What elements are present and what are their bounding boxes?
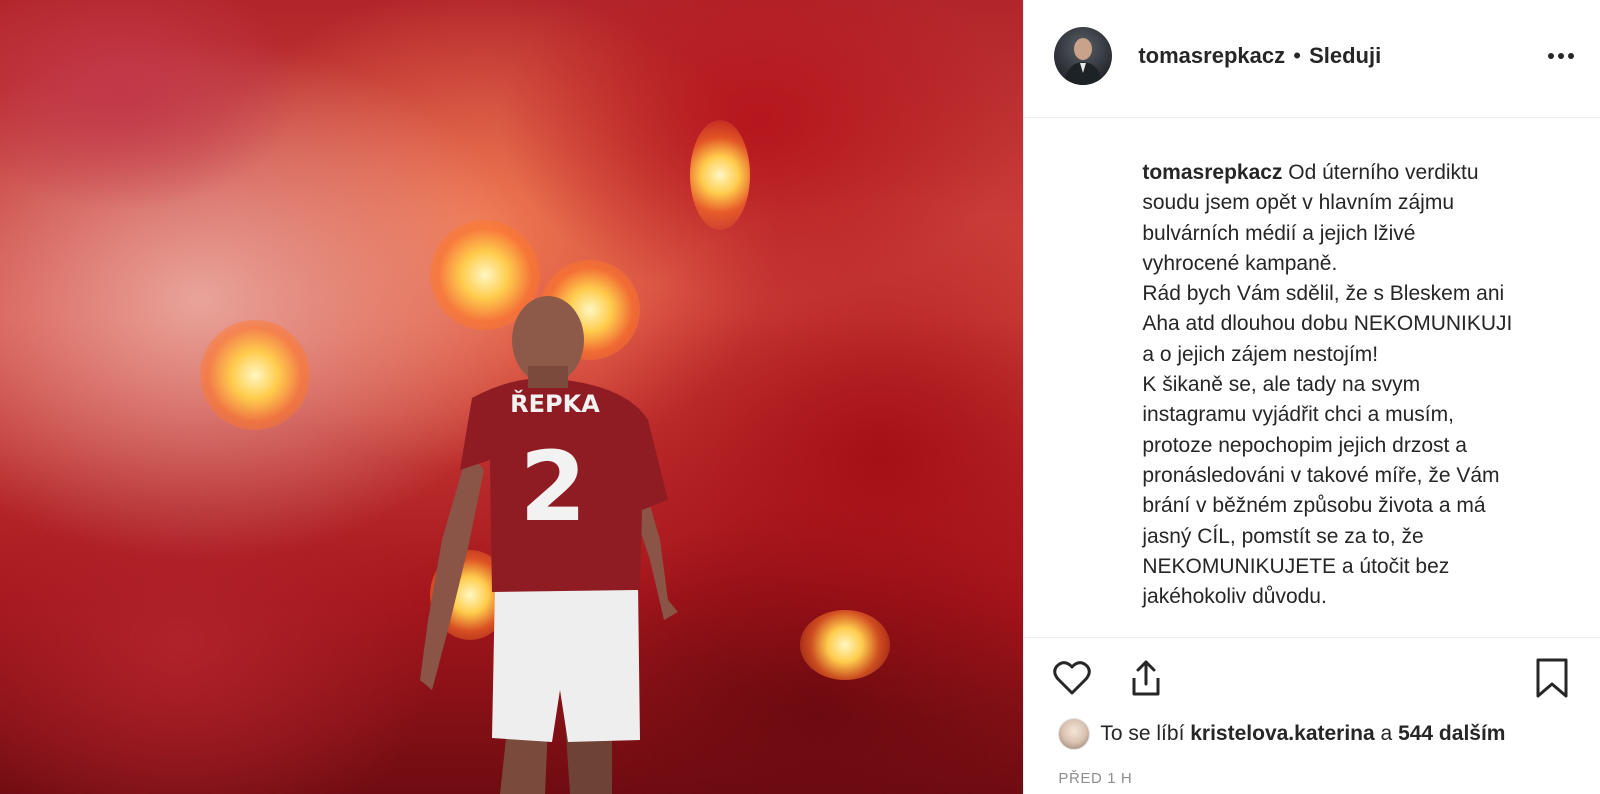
- likes-prefix: To se líbí: [1100, 722, 1185, 745]
- jersey-number: 2: [520, 431, 587, 543]
- post-photo[interactable]: ŘEPKA 2: [0, 0, 1024, 794]
- post-header: tomasrepkacz • Sleduji: [1024, 0, 1600, 118]
- caption-username[interactable]: tomasrepkacz: [1142, 161, 1282, 184]
- header-text: tomasrepkacz • Sleduji: [1138, 42, 1381, 70]
- author-avatar[interactable]: [1054, 27, 1113, 85]
- caption-line: NEKOMUNIKUJETE a útočit bez: [1142, 554, 1450, 578]
- instagram-post: ŘEPKA 2 tomasrepkacz • Sleduji tomasrepk…: [0, 0, 1600, 794]
- caption-line: bulvárních médií a jejich lživé: [1142, 221, 1416, 245]
- post-caption: tomasrepkacz Od úterního verdiktu soudu …: [1142, 158, 1562, 612]
- caption-line: jakéhokoliv důvodu.: [1142, 585, 1327, 609]
- avatar-image: [1064, 38, 1103, 85]
- follow-button[interactable]: Sleduji: [1309, 43, 1381, 68]
- bookmark-icon[interactable]: [1530, 656, 1574, 700]
- header-separator: •: [1293, 43, 1301, 68]
- caption-line: protoze nepochopim jejich drzost a: [1142, 433, 1467, 457]
- liker-avatar[interactable]: [1058, 718, 1091, 750]
- heart-icon[interactable]: [1050, 656, 1094, 700]
- liker-username[interactable]: kristelova.katerina: [1190, 722, 1374, 746]
- post-actions: [1024, 637, 1600, 698]
- player-figure: ŘEPKA 2: [420, 296, 678, 794]
- author-username[interactable]: tomasrepkacz: [1138, 43, 1285, 68]
- caption-line: Od úterního verdiktu: [1288, 161, 1479, 184]
- caption-line: vyhrocené kampaně.: [1142, 251, 1338, 275]
- caption-line: Rád bych Vám sdělil, že s Bleskem ani: [1142, 282, 1505, 306]
- caption-line: Aha atd dlouhou dobu NEKOMUNIKUJI: [1142, 312, 1513, 336]
- caption-line: a o jejich zájem nestojím!: [1142, 342, 1379, 366]
- post-timestamp[interactable]: PŘED 1 H: [1058, 770, 1132, 787]
- likes-connector: a: [1380, 722, 1393, 745]
- share-icon[interactable]: [1124, 656, 1168, 700]
- likes-summary: To se líbí kristelova.katerina a 544 dal…: [1058, 718, 1505, 750]
- caption-line: K šikaně se, ale tady na svym: [1142, 373, 1421, 397]
- jersey-name: ŘEPKA: [510, 389, 600, 418]
- caption-line: instagramu vyjádřit chci a musím,: [1142, 403, 1454, 427]
- caption-line: pronásledováni v takové míře, že Vám: [1142, 463, 1500, 487]
- caption-line: brání v běžném způsobu života a má: [1142, 494, 1486, 518]
- more-options-icon[interactable]: [1544, 42, 1578, 70]
- caption-line: jasný CÍL, pomstít se za to, že: [1142, 524, 1424, 548]
- likes-others[interactable]: 544 dalším: [1398, 722, 1505, 746]
- post-sidebar: tomasrepkacz • Sleduji tomasrepkacz Od ú…: [1023, 0, 1600, 794]
- caption-line: soudu jsem opět v hlavním zájmu: [1142, 191, 1455, 215]
